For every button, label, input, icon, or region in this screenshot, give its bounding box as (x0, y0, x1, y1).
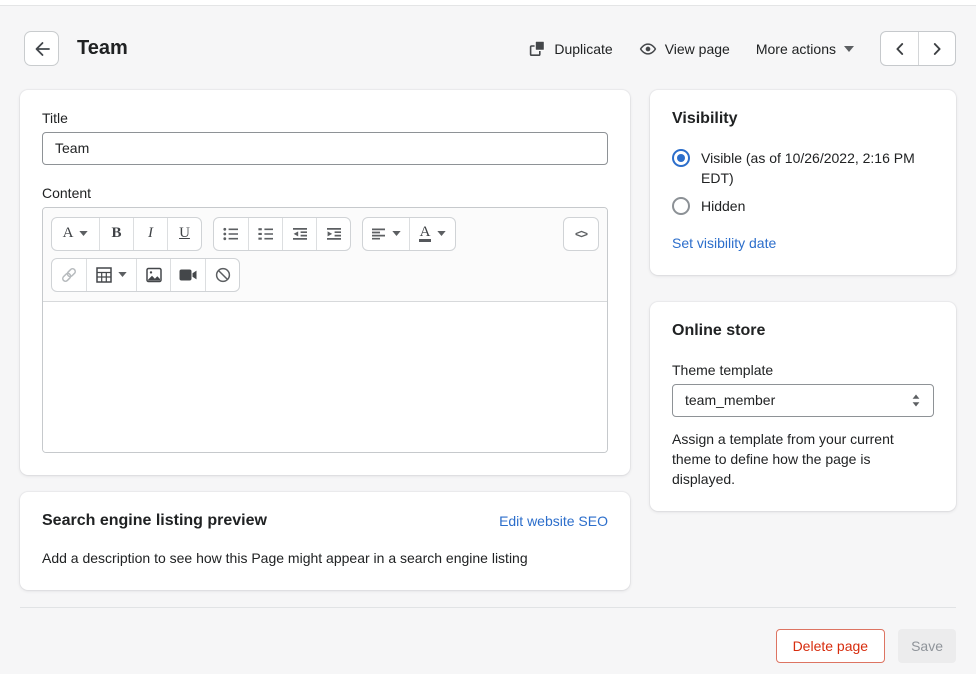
paragraph-style-button[interactable]: A (52, 218, 99, 250)
online-store-heading: Online store (672, 322, 934, 340)
chevron-right-icon (932, 43, 942, 55)
insert-link-button[interactable] (52, 259, 86, 291)
title-label: Title (42, 110, 608, 126)
visibility-heading: Visibility (672, 110, 934, 128)
chevron-left-icon (895, 43, 905, 55)
seo-card-heading: Search engine listing preview (42, 512, 267, 530)
caret-down-icon (79, 231, 88, 236)
insert-table-button[interactable] (86, 259, 136, 291)
link-icon (60, 266, 78, 284)
bold-button[interactable]: B (99, 218, 133, 250)
video-icon (179, 269, 197, 281)
page-footer: Delete page Save (20, 607, 956, 663)
visible-option-label: Visible (as of 10/26/2022, 2:16 PM EDT) (701, 148, 934, 188)
theme-template-help-text: Assign a template from your current them… (672, 429, 934, 489)
page-details-card: Title Content A B (20, 90, 630, 475)
visibility-card: Visibility Visible (as of 10/26/2022, 2:… (650, 90, 956, 275)
numbered-list-button[interactable] (248, 218, 282, 250)
more-actions-label: More actions (756, 41, 836, 57)
title-input[interactable] (42, 132, 608, 165)
duplicate-button[interactable]: Duplicate (529, 40, 612, 57)
seo-preview-card: Search engine listing preview Edit websi… (20, 492, 630, 590)
indent-button[interactable] (316, 218, 350, 250)
duplicate-label: Duplicate (554, 41, 612, 57)
caret-down-icon (844, 46, 854, 52)
eye-icon (639, 40, 657, 58)
underline-button[interactable]: U (167, 218, 201, 250)
bulleted-list-icon (223, 227, 239, 241)
main-column: Title Content A B (20, 90, 630, 590)
seo-card-header: Search engine listing preview Edit websi… (42, 512, 608, 530)
rich-text-editor: A B I U (42, 207, 608, 453)
text-color-icon: A (419, 225, 432, 242)
font-style-icon: A (63, 225, 74, 242)
bold-icon: B (111, 225, 121, 242)
outdent-icon (292, 227, 308, 241)
list-indent-group (213, 217, 351, 251)
radio-unselected-icon[interactable] (672, 197, 690, 215)
indent-icon (326, 227, 342, 241)
view-page-button[interactable]: View page (639, 40, 730, 58)
outdent-button[interactable] (282, 218, 316, 250)
show-html-button[interactable]: <> (564, 218, 598, 250)
next-page-button[interactable] (918, 32, 955, 65)
code-icon: <> (575, 227, 587, 241)
delete-page-button[interactable]: Delete page (776, 629, 886, 663)
image-icon (146, 267, 162, 283)
italic-button[interactable]: I (133, 218, 167, 250)
align-left-icon (371, 228, 386, 240)
view-page-label: View page (665, 41, 730, 57)
sidebar-column: Visibility Visible (as of 10/26/2022, 2:… (650, 90, 956, 511)
more-actions-button[interactable]: More actions (756, 41, 854, 57)
visibility-option-visible[interactable]: Visible (as of 10/26/2022, 2:16 PM EDT) (672, 148, 934, 188)
pagination-control (880, 31, 956, 66)
page-title: Team (77, 37, 128, 60)
set-visibility-date-link[interactable]: Set visibility date (672, 235, 776, 251)
content-editor-area[interactable] (43, 302, 607, 452)
caret-down-icon (392, 231, 401, 236)
insert-group (51, 258, 240, 292)
previous-page-button[interactable] (881, 32, 918, 65)
visibility-option-hidden[interactable]: Hidden (672, 196, 934, 216)
online-store-card: Online store Theme template team_member … (650, 302, 956, 511)
arrow-left-icon (32, 39, 52, 59)
text-style-group: A B I U (51, 217, 202, 251)
align-color-group: A (362, 217, 456, 251)
theme-template-label: Theme template (672, 362, 934, 378)
alignment-button[interactable] (363, 218, 409, 250)
save-button[interactable]: Save (898, 629, 956, 663)
code-group: <> (563, 217, 599, 251)
underline-icon: U (179, 225, 190, 242)
editor-toolbar: A B I U (43, 208, 607, 302)
seo-description-text: Add a description to see how this Page m… (42, 550, 608, 566)
insert-video-button[interactable] (170, 259, 205, 291)
page-header: Team Duplicate View page More actions (0, 6, 976, 90)
insert-image-button[interactable] (136, 259, 170, 291)
header-actions: Duplicate View page More actions (529, 31, 956, 66)
clear-formatting-icon (215, 267, 231, 283)
select-updown-icon (911, 394, 921, 407)
edit-website-seo-link[interactable]: Edit website SEO (499, 513, 608, 529)
bulleted-list-button[interactable] (214, 218, 248, 250)
content-label: Content (42, 185, 608, 201)
numbered-list-icon (258, 227, 274, 241)
visibility-options: Visible (as of 10/26/2022, 2:16 PM EDT) … (672, 148, 934, 216)
theme-template-select[interactable]: team_member (672, 384, 934, 417)
hidden-option-label: Hidden (701, 196, 745, 216)
toolbar-row-2 (51, 258, 599, 292)
clear-formatting-button[interactable] (205, 259, 239, 291)
page-content: Title Content A B (0, 90, 976, 590)
duplicate-icon (529, 40, 546, 57)
radio-selected-icon[interactable] (672, 149, 690, 167)
theme-template-value: team_member (685, 392, 775, 408)
table-icon (96, 267, 112, 283)
back-button[interactable] (24, 31, 59, 66)
caret-down-icon (437, 231, 446, 236)
text-color-button[interactable]: A (409, 218, 455, 250)
toolbar-row-1: A B I U (51, 217, 599, 251)
caret-down-icon (118, 272, 127, 277)
italic-icon: I (148, 225, 153, 242)
